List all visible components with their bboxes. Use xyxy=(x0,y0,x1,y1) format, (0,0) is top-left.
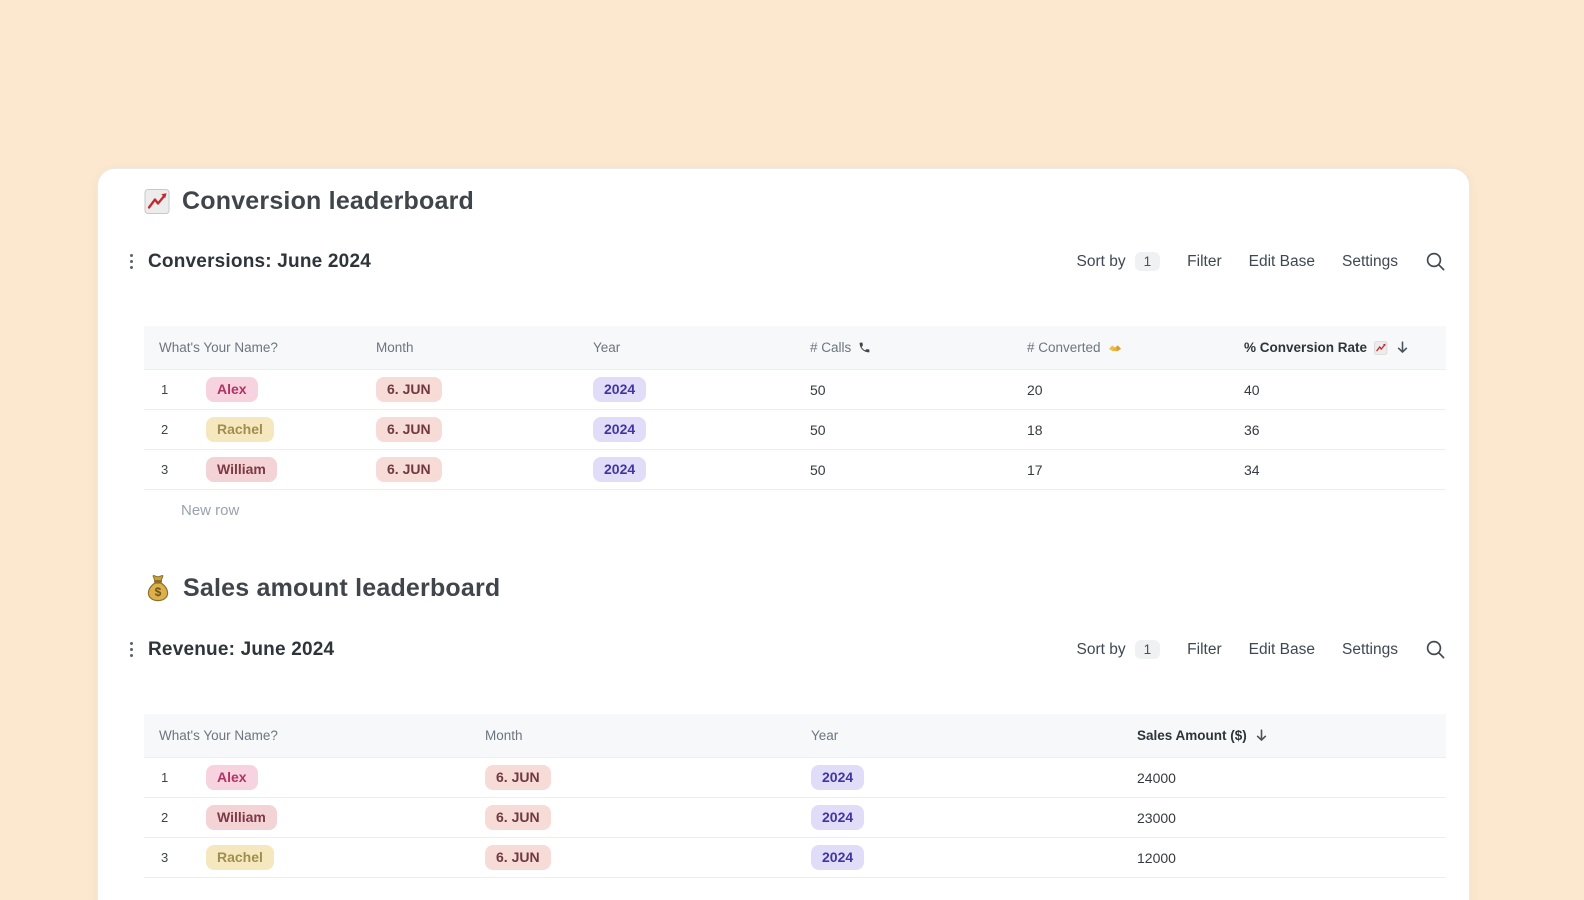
filter-button[interactable]: Filter xyxy=(1187,641,1221,659)
revenue-table: What's Your Name? Month Year Sales Amoun… xyxy=(144,714,1446,878)
row-number: 2 xyxy=(161,810,206,825)
row-number: 2 xyxy=(161,422,206,437)
calls-value: 50 xyxy=(795,382,1012,398)
sort-count-badge: 1 xyxy=(1135,640,1161,659)
year-badge: 2024 xyxy=(811,805,864,830)
name-badge: Alex xyxy=(206,377,258,402)
dashboard-card: Conversion leaderboard Conversions: June… xyxy=(97,168,1470,900)
row-number: 3 xyxy=(161,850,206,865)
column-header-converted: # Converted xyxy=(1012,340,1229,355)
view-header-conversions: Conversions: June 2024 Sort by 1 Filter … xyxy=(144,246,1446,277)
table-row[interactable]: 2 William 6. JUN 2024 23000 xyxy=(144,798,1446,838)
name-badge: Rachel xyxy=(206,417,274,442)
table-header-row: What's Your Name? Month Year # Calls # C… xyxy=(144,326,1446,370)
money-bag-icon: $ xyxy=(144,573,172,603)
settings-button[interactable]: Settings xyxy=(1342,641,1398,659)
rate-value: 34 xyxy=(1229,462,1446,478)
rate-value: 40 xyxy=(1229,382,1446,398)
rate-value: 36 xyxy=(1229,422,1446,438)
year-badge: 2024 xyxy=(811,765,864,790)
sort-descending-icon xyxy=(1395,340,1410,355)
table-row[interactable]: 1 Alex 6. JUN 2024 50 20 40 xyxy=(144,370,1446,410)
row-number: 1 xyxy=(161,382,206,397)
name-badge: William xyxy=(206,805,277,830)
svg-text:$: $ xyxy=(155,585,162,599)
sales-value: 12000 xyxy=(1122,850,1446,866)
sort-descending-icon xyxy=(1254,728,1269,743)
calls-value: 50 xyxy=(795,422,1012,438)
column-header-calls-label: # Calls xyxy=(810,340,851,355)
month-badge: 6. JUN xyxy=(485,765,551,790)
view-toolbar: Sort by 1 Filter Edit Base Settings xyxy=(1077,251,1446,272)
column-header-converted-label: # Converted xyxy=(1027,340,1101,355)
sort-by-button[interactable]: Sort by 1 xyxy=(1077,640,1161,659)
view-toolbar: Sort by 1 Filter Edit Base Settings xyxy=(1077,639,1446,660)
month-badge: 6. JUN xyxy=(376,417,442,442)
handshake-icon xyxy=(1108,342,1122,354)
column-header-sales-label: Sales Amount ($) xyxy=(1137,728,1247,743)
edit-base-button[interactable]: Edit Base xyxy=(1249,641,1315,659)
year-badge: 2024 xyxy=(593,377,646,402)
chart-increasing-icon xyxy=(1374,341,1388,355)
phone-icon xyxy=(858,341,871,354)
sales-value: 23000 xyxy=(1122,810,1446,826)
row-number: 3 xyxy=(161,462,206,477)
month-badge: 6. JUN xyxy=(376,457,442,482)
calls-value: 50 xyxy=(795,462,1012,478)
table-row[interactable]: 1 Alex 6. JUN 2024 24000 xyxy=(144,758,1446,798)
column-header-year: Year xyxy=(796,728,1122,743)
view-name: Revenue: June 2024 xyxy=(148,639,334,661)
table-header-row: What's Your Name? Month Year Sales Amoun… xyxy=(144,714,1446,758)
section-title-text: Conversion leaderboard xyxy=(182,187,474,216)
view-header-revenue: Revenue: June 2024 Sort by 1 Filter Edit… xyxy=(144,634,1446,665)
conversions-table: What's Your Name? Month Year # Calls # C… xyxy=(144,326,1446,490)
section-title-conversion: Conversion leaderboard xyxy=(144,184,1469,218)
drag-handle-icon[interactable] xyxy=(128,640,135,659)
sort-by-label: Sort by xyxy=(1077,641,1126,659)
sort-by-label: Sort by xyxy=(1077,253,1126,271)
search-icon xyxy=(1425,639,1446,660)
converted-value: 17 xyxy=(1012,462,1229,478)
name-badge: William xyxy=(206,457,277,482)
table-row[interactable]: 3 William 6. JUN 2024 50 17 34 xyxy=(144,450,1446,490)
column-header-year: Year xyxy=(578,340,795,355)
column-header-month: Month xyxy=(470,728,796,743)
column-header-sales: Sales Amount ($) xyxy=(1122,728,1446,743)
drag-handle-icon[interactable] xyxy=(128,252,135,271)
search-button[interactable] xyxy=(1425,639,1446,660)
column-header-name: What's Your Name? xyxy=(144,340,361,355)
year-badge: 2024 xyxy=(593,457,646,482)
view-name: Conversions: June 2024 xyxy=(148,251,371,273)
year-badge: 2024 xyxy=(593,417,646,442)
name-badge: Alex xyxy=(206,765,258,790)
section-title-text: Sales amount leaderboard xyxy=(183,574,500,603)
year-badge: 2024 xyxy=(811,845,864,870)
sort-count-badge: 1 xyxy=(1135,252,1161,271)
converted-value: 18 xyxy=(1012,422,1229,438)
table-row[interactable]: 2 Rachel 6. JUN 2024 50 18 36 xyxy=(144,410,1446,450)
column-header-rate-label: % Conversion Rate xyxy=(1244,340,1367,355)
column-header-name: What's Your Name? xyxy=(144,728,470,743)
sales-value: 24000 xyxy=(1122,770,1446,786)
edit-base-button[interactable]: Edit Base xyxy=(1249,253,1315,271)
month-badge: 6. JUN xyxy=(485,845,551,870)
column-header-month: Month xyxy=(361,340,578,355)
chart-increasing-icon xyxy=(144,188,171,215)
new-row-button[interactable]: New row xyxy=(144,490,1446,531)
month-badge: 6. JUN xyxy=(376,377,442,402)
section-title-sales: $ Sales amount leaderboard xyxy=(144,571,1469,605)
name-badge: Rachel xyxy=(206,845,274,870)
filter-button[interactable]: Filter xyxy=(1187,253,1221,271)
settings-button[interactable]: Settings xyxy=(1342,253,1398,271)
column-header-rate: % Conversion Rate xyxy=(1229,340,1446,355)
sort-by-button[interactable]: Sort by 1 xyxy=(1077,252,1161,271)
row-number: 1 xyxy=(161,770,206,785)
month-badge: 6. JUN xyxy=(485,805,551,830)
search-icon xyxy=(1425,251,1446,272)
column-header-calls: # Calls xyxy=(795,340,1012,355)
table-row[interactable]: 3 Rachel 6. JUN 2024 12000 xyxy=(144,838,1446,878)
converted-value: 20 xyxy=(1012,382,1229,398)
search-button[interactable] xyxy=(1425,251,1446,272)
